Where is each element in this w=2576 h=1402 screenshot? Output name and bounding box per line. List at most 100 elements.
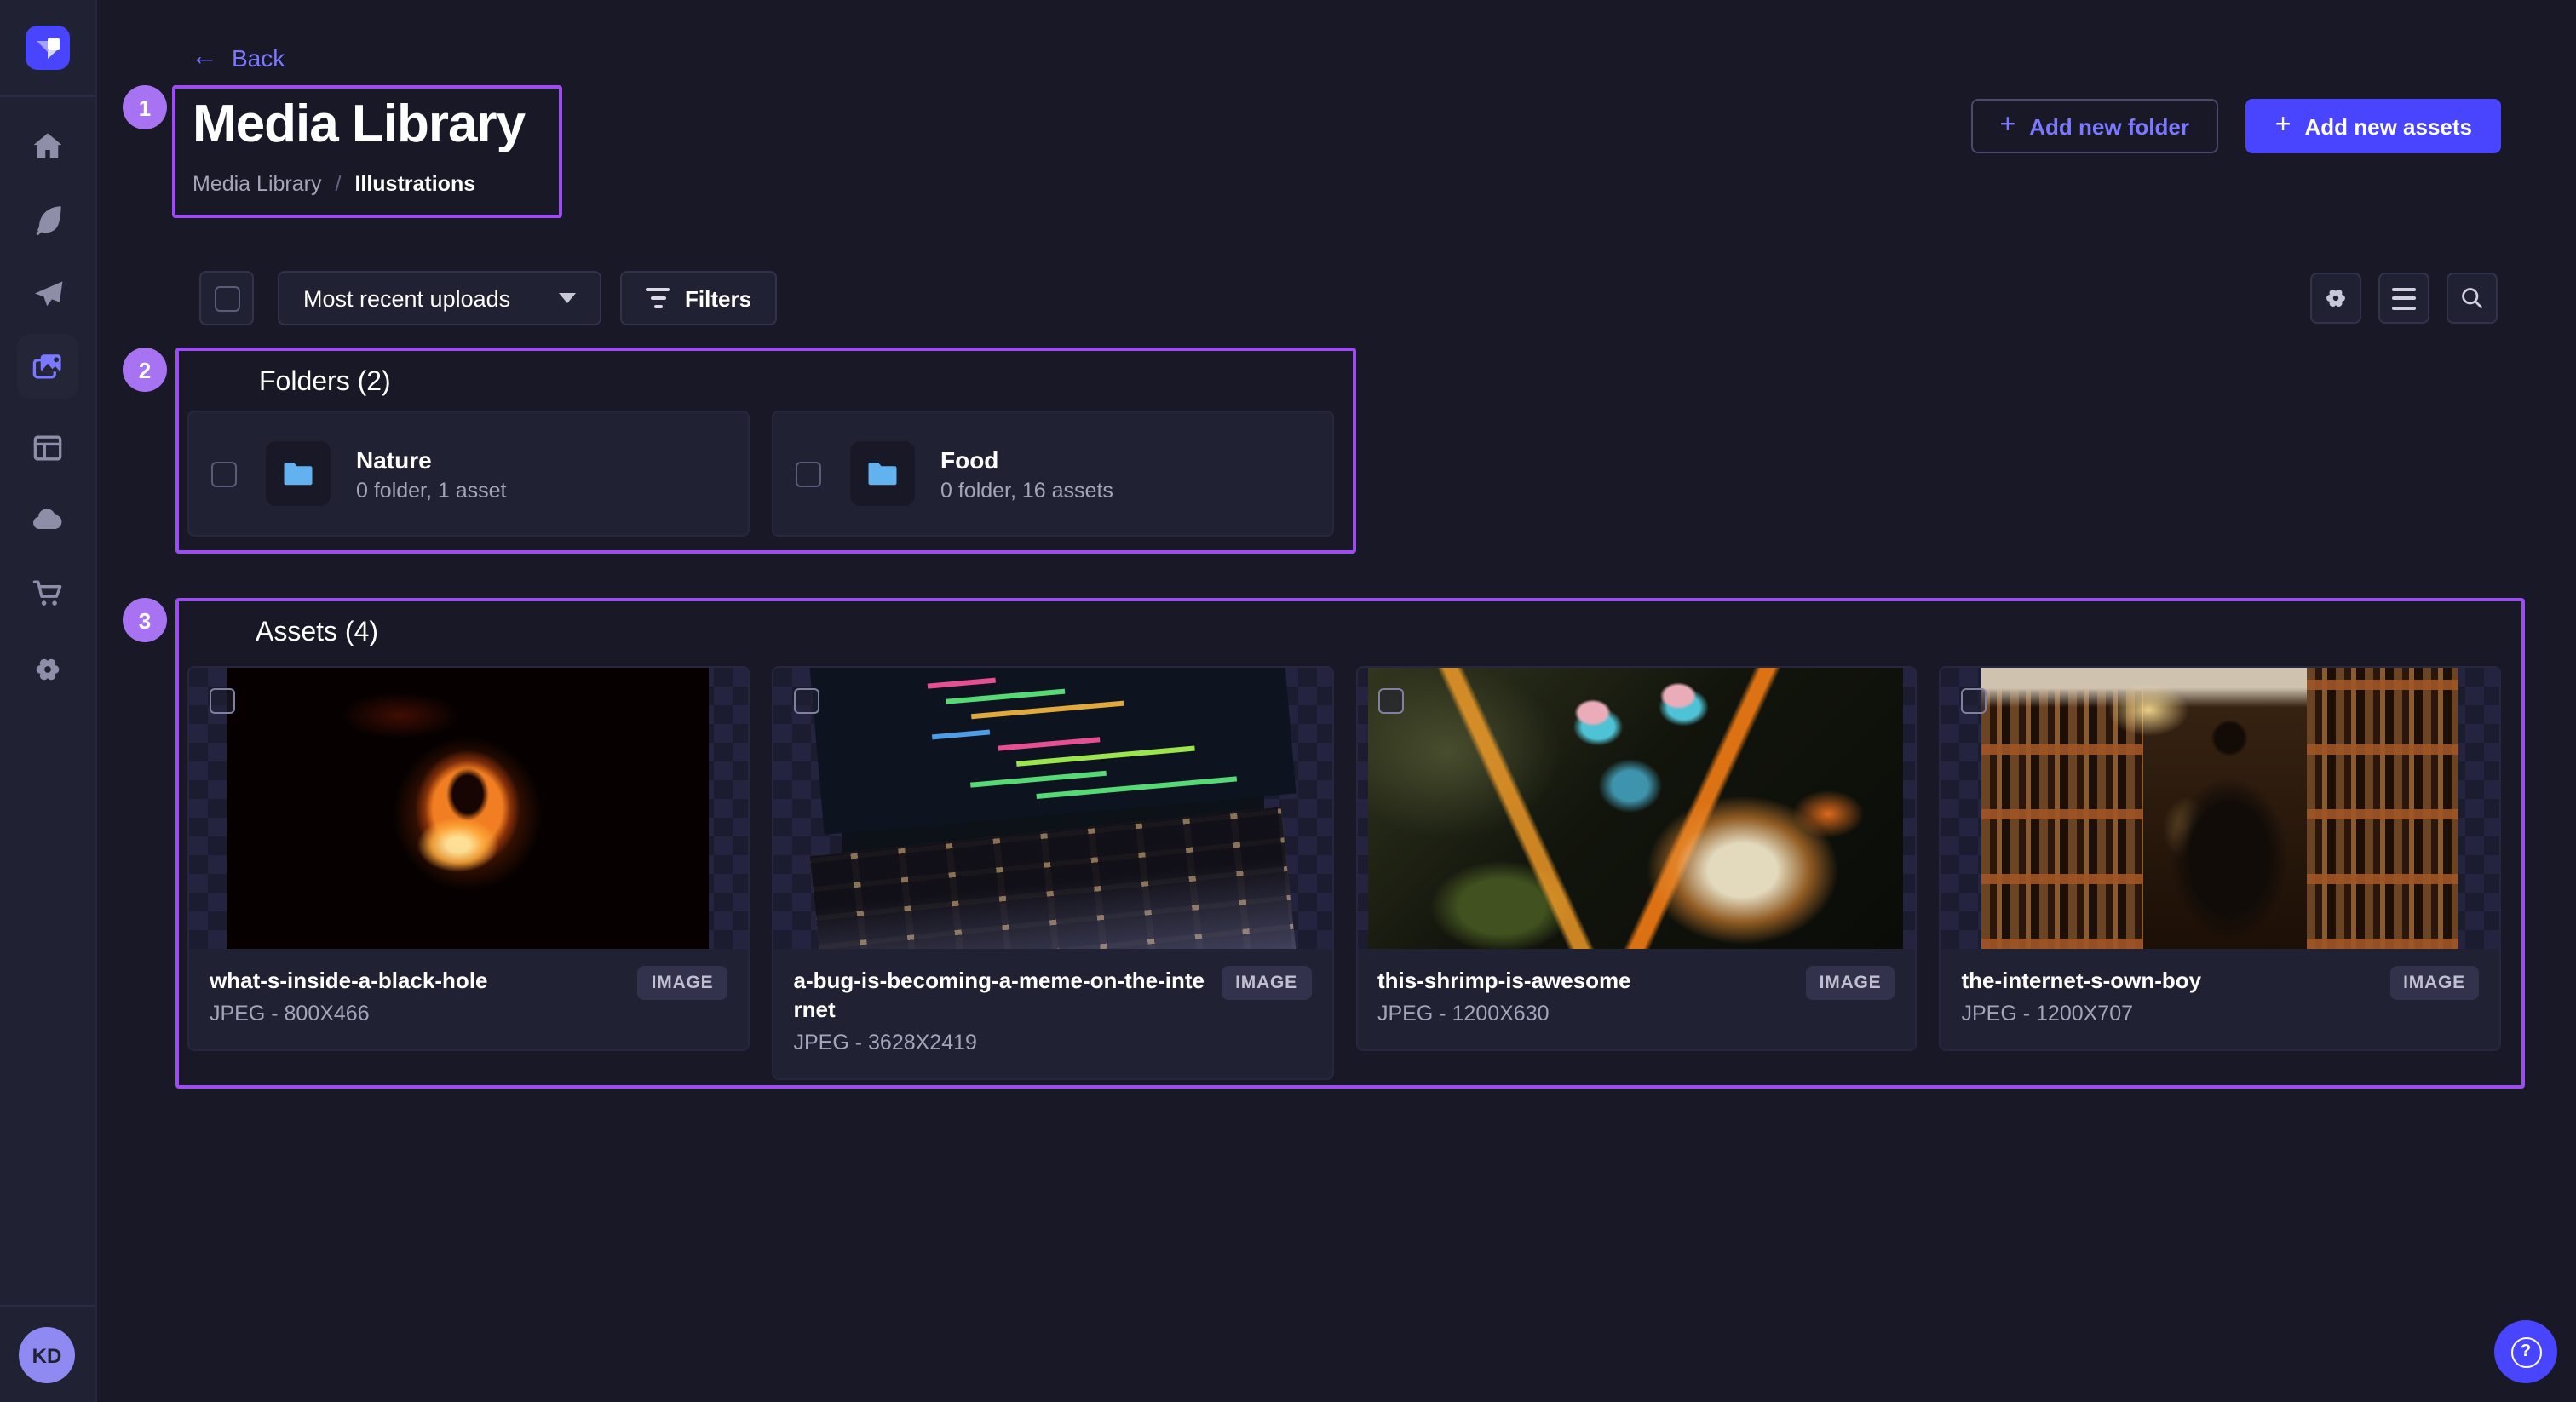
- gear-icon: [2320, 283, 2351, 313]
- folder-card-food[interactable]: Food 0 folder, 16 assets: [772, 411, 1334, 537]
- mantis-shrimp-image: [1369, 668, 1904, 949]
- asset-checkbox[interactable]: [794, 688, 819, 714]
- asset-title: the-internet-s-own-boy: [1962, 966, 2377, 995]
- list-icon: [2392, 287, 2416, 309]
- folder-texts: Nature 0 folder, 1 asset: [356, 445, 507, 502]
- asset-thumbnail: [189, 668, 748, 949]
- select-all-checkbox-button[interactable]: [199, 271, 254, 325]
- folders-grid: Nature 0 folder, 1 asset Food 0 folder, …: [187, 411, 1334, 537]
- black-hole-image: [227, 668, 710, 949]
- annotation-badge-3: 3: [123, 598, 167, 642]
- cloud-icon: [29, 501, 66, 538]
- folder-name: Food: [940, 445, 1113, 473]
- folder-icon: [279, 455, 317, 492]
- sort-dropdown[interactable]: Most recent uploads: [278, 271, 601, 325]
- asset-card-shrimp[interactable]: this-shrimp-is-awesome JPEG - 1200X630 I…: [1355, 666, 1918, 1051]
- sidebar-item-settings[interactable]: [0, 649, 95, 690]
- filters-label: Filters: [685, 285, 751, 311]
- asset-checkbox[interactable]: [210, 688, 235, 714]
- asset-type-badge: IMAGE: [1806, 966, 1895, 1000]
- sidebar-item-cloud[interactable]: [0, 499, 95, 540]
- asset-card-body: the-internet-s-own-boy JPEG - 1200X707 I…: [1941, 949, 2500, 1049]
- plus-icon: +: [2000, 112, 2016, 139]
- asset-meta: JPEG - 1200X707: [1962, 1002, 2377, 1026]
- cart-icon: [29, 574, 66, 612]
- sort-value: Most recent uploads: [303, 285, 510, 311]
- strapi-glyph-icon: [26, 26, 70, 70]
- asset-meta: JPEG - 1200X630: [1377, 1002, 1792, 1026]
- asset-meta: JPEG - 800X466: [210, 1002, 624, 1026]
- asset-type-badge: IMAGE: [638, 966, 727, 1000]
- strapi-logo-icon[interactable]: [26, 26, 70, 70]
- add-new-folder-button[interactable]: + Add new folder: [1971, 99, 2218, 153]
- search-icon: [2457, 283, 2487, 313]
- plus-icon: +: [2275, 112, 2291, 139]
- library-portrait-image: [1981, 668, 2458, 949]
- folders-section-title: Folders (2): [259, 368, 391, 399]
- select-all-checkbox[interactable]: [214, 285, 239, 311]
- question-mark-icon: ?: [2510, 1336, 2541, 1367]
- breadcrumb-current: Illustrations: [354, 172, 475, 196]
- asset-type-badge: IMAGE: [2389, 966, 2479, 1000]
- media-library-icon: [29, 348, 66, 385]
- sidebar-item-media-library[interactable]: [0, 346, 95, 387]
- asset-checkbox[interactable]: [1962, 688, 1987, 714]
- media-library-page: KD ← Back Media Library Media Library / …: [0, 0, 2576, 1402]
- breadcrumb: Media Library / Illustrations: [193, 172, 475, 196]
- assets-section-title: Assets (4): [256, 618, 378, 649]
- folder-name: Nature: [356, 445, 507, 473]
- add-new-assets-button[interactable]: + Add new assets: [2246, 99, 2501, 153]
- folder-tile: [266, 441, 331, 506]
- paper-plane-icon: [29, 276, 66, 313]
- help-button[interactable]: ?: [2494, 1320, 2557, 1383]
- feather-icon: [29, 201, 66, 238]
- asset-card-black-hole[interactable]: what-s-inside-a-black-hole JPEG - 800X46…: [187, 666, 750, 1051]
- sidebar-item-home[interactable]: [0, 126, 95, 167]
- asset-thumbnail: [773, 668, 1332, 949]
- asset-checkbox[interactable]: [1377, 688, 1403, 714]
- assets-grid: what-s-inside-a-black-hole JPEG - 800X46…: [187, 666, 2501, 1081]
- list-view-button[interactable]: [2378, 273, 2429, 324]
- asset-card-body: this-shrimp-is-awesome JPEG - 1200X630 I…: [1357, 949, 1916, 1049]
- asset-title: what-s-inside-a-black-hole: [210, 966, 624, 995]
- folder-meta: 0 folder, 16 assets: [940, 478, 1113, 502]
- asset-card-body: what-s-inside-a-black-hole JPEG - 800X46…: [189, 949, 748, 1049]
- back-arrow-icon: ←: [191, 44, 218, 72]
- back-label: Back: [232, 44, 285, 72]
- laptop-code-image: [841, 668, 1263, 949]
- chevron-down-icon: [559, 293, 576, 303]
- search-button[interactable]: [2447, 273, 2498, 324]
- asset-card-body: a-bug-is-becoming-a-meme-on-the-internet…: [773, 949, 1332, 1079]
- view-settings-button[interactable]: [2310, 273, 2361, 324]
- asset-card-bug-meme[interactable]: a-bug-is-becoming-a-meme-on-the-internet…: [772, 666, 1334, 1081]
- asset-card-internets-own-boy[interactable]: the-internet-s-own-boy JPEG - 1200X707 I…: [1940, 666, 2502, 1051]
- folder-texts: Food 0 folder, 16 assets: [940, 445, 1113, 502]
- sidebar-bottom-divider: [0, 1305, 95, 1307]
- asset-thumbnail: [1941, 668, 2500, 949]
- sidebar: KD: [0, 0, 97, 1402]
- folder-checkbox[interactable]: [796, 461, 821, 486]
- breadcrumb-separator: /: [335, 172, 341, 196]
- annotation-badge-2: 2: [123, 348, 167, 392]
- user-avatar[interactable]: KD: [19, 1327, 75, 1383]
- sidebar-item-deploy[interactable]: [0, 274, 95, 315]
- asset-title: this-shrimp-is-awesome: [1377, 966, 1792, 995]
- sidebar-item-marketplace[interactable]: [0, 572, 95, 613]
- add-assets-label: Add new assets: [2304, 113, 2472, 139]
- back-link[interactable]: ← Back: [191, 44, 285, 72]
- sidebar-item-content-manager[interactable]: [0, 428, 95, 468]
- folder-card-nature[interactable]: Nature 0 folder, 1 asset: [187, 411, 750, 537]
- filters-button[interactable]: Filters: [620, 271, 777, 325]
- asset-type-badge: IMAGE: [1222, 966, 1311, 1000]
- sidebar-item-content-builder[interactable]: [0, 199, 95, 240]
- folder-meta: 0 folder, 1 asset: [356, 478, 507, 502]
- filter-icon: [646, 288, 670, 308]
- sidebar-divider: [0, 95, 95, 97]
- add-folder-label: Add new folder: [2029, 113, 2189, 139]
- breadcrumb-parent[interactable]: Media Library: [193, 172, 321, 196]
- page-title: Media Library: [193, 94, 525, 155]
- annotation-badge-1: 1: [123, 85, 167, 129]
- folder-checkbox[interactable]: [211, 461, 237, 486]
- home-icon: [29, 128, 66, 165]
- avatar-initials: KD: [32, 1343, 62, 1367]
